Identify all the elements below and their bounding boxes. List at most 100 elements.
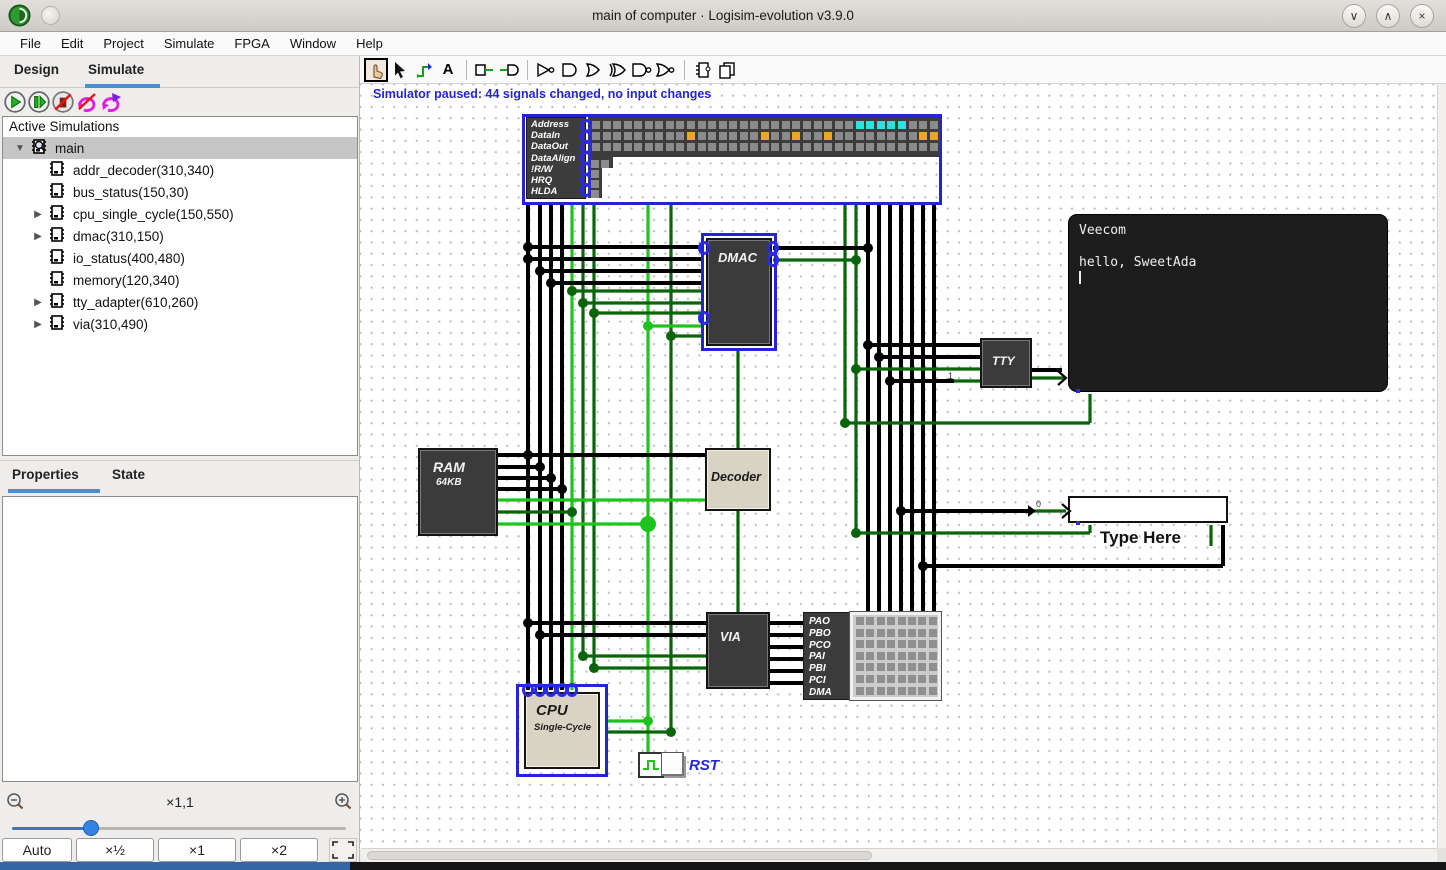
not-gate-tool[interactable] — [534, 58, 558, 82]
wire-tool[interactable] — [412, 58, 436, 82]
horizontal-scrollbar[interactable] — [362, 848, 1437, 862]
tab-state[interactable]: State — [112, 467, 145, 482]
zoom-slider-knob[interactable] — [83, 820, 99, 836]
via-component[interactable] — [706, 612, 770, 689]
subcircuits-tool[interactable] — [715, 58, 739, 82]
disclosure-right-icon[interactable]: ▶ — [29, 297, 47, 308]
io-row-label-dma: DMA — [809, 687, 832, 698]
circuit-canvas[interactable]: Simulator paused: 44 signals changed, no… — [360, 84, 1437, 848]
tick-full-button[interactable] — [99, 90, 123, 114]
selection-corners-icon[interactable] — [329, 838, 357, 862]
toolbar-separator — [684, 60, 685, 80]
tree-item-label: tty_adapter(610,260) — [73, 295, 198, 310]
io-led — [908, 687, 916, 695]
horizontal-scrollbar-thumb[interactable] — [367, 851, 872, 860]
bus-led — [792, 143, 800, 151]
menu-project[interactable]: Project — [93, 33, 153, 54]
zoom-slider-fill — [12, 827, 90, 830]
tree-item-bus_status[interactable]: bus_status(150,30) — [3, 181, 357, 203]
bus-led — [909, 121, 917, 129]
input-pin-tool[interactable] — [473, 58, 497, 82]
chip-icon — [47, 204, 67, 224]
minimize-button[interactable]: ∨ — [1342, 4, 1366, 28]
io-led — [856, 629, 864, 637]
text-tool[interactable]: A — [436, 58, 460, 82]
tree-item-label: bus_status(150,30) — [73, 185, 189, 200]
zoom-button-one[interactable]: ×1 — [158, 838, 236, 862]
zoom-in-icon[interactable] — [334, 792, 352, 810]
tree-item-memory[interactable]: memory(120,340) — [3, 269, 357, 291]
bus-led — [761, 121, 769, 129]
disclosure-right-icon[interactable]: ▶ — [29, 319, 47, 330]
zoom-button-two[interactable]: ×2 — [240, 838, 318, 862]
tab-simulate[interactable]: Simulate — [88, 62, 144, 77]
tree-item-addr_decoder[interactable]: addr_decoder(310,340) — [3, 159, 357, 181]
close-button[interactable]: × — [1410, 4, 1434, 28]
active-simulations-header: Active Simulations — [3, 117, 357, 137]
zoom-button-auto[interactable]: Auto — [2, 838, 72, 862]
tty-terminal[interactable]: Veecom hello, SweetAda — [1068, 214, 1388, 392]
io-led — [877, 663, 885, 671]
bus-led — [666, 143, 674, 151]
bus-led — [814, 132, 822, 140]
sim-step-button[interactable] — [27, 90, 51, 114]
tab-properties[interactable]: Properties — [12, 467, 79, 482]
bus-led — [835, 121, 843, 129]
tree-item-dmac[interactable]: ▶ dmac(310,150) — [3, 225, 357, 247]
bus-led — [613, 143, 621, 151]
edit-tool[interactable] — [388, 58, 412, 82]
tab-design[interactable]: Design — [14, 62, 59, 77]
bus-led — [898, 121, 906, 129]
nand-gate-tool[interactable] — [630, 58, 654, 82]
menu-fpga[interactable]: FPGA — [224, 33, 279, 54]
and-gate-tool[interactable] — [582, 58, 606, 82]
or-gate-tool[interactable] — [606, 58, 630, 82]
keyboard-component[interactable] — [1068, 496, 1228, 523]
bus-led — [613, 121, 621, 129]
bus-led-single — [591, 160, 599, 168]
vertical-scrollbar[interactable] — [1437, 84, 1446, 848]
bus-led — [740, 121, 748, 129]
io-led — [918, 629, 926, 637]
bus-led — [824, 143, 832, 151]
bus-led — [782, 121, 790, 129]
bus-led — [655, 121, 663, 129]
io-led — [856, 663, 864, 671]
tree-item-via[interactable]: ▶ via(310,490) — [3, 313, 357, 335]
bus-led — [771, 132, 779, 140]
bus-led — [771, 143, 779, 151]
simulation-toolbar — [3, 90, 123, 114]
nor-gate-tool[interactable] — [654, 58, 678, 82]
bus-led-single — [591, 170, 599, 178]
disclosure-right-icon[interactable]: ▶ — [29, 231, 47, 242]
output-pin-tool[interactable] — [497, 58, 521, 82]
tree-item-tty_adapter[interactable]: ▶ tty_adapter(610,260) — [3, 291, 357, 313]
disclosure-right-icon[interactable]: ▶ — [29, 209, 47, 220]
poke-tool[interactable] — [364, 58, 388, 82]
tree-item-cpu_single_cycle[interactable]: ▶ cpu_single_cycle(150,550) — [3, 203, 357, 225]
disclosure-down-icon[interactable]: ▼ — [11, 143, 29, 154]
rst-button[interactable] — [661, 752, 684, 776]
buffer-gate-tool[interactable] — [558, 58, 582, 82]
menu-simulate[interactable]: Simulate — [154, 33, 225, 54]
tick-half-button[interactable] — [75, 90, 99, 114]
bus-led — [676, 143, 684, 151]
bus-led — [792, 132, 800, 140]
bus-led — [792, 121, 800, 129]
bus-led — [645, 121, 653, 129]
tree-item-label: via(310,490) — [73, 317, 148, 332]
sim-stop-button[interactable] — [51, 90, 75, 114]
menu-help[interactable]: Help — [346, 33, 393, 54]
zoom-button-half[interactable]: ×½ — [76, 838, 154, 862]
sim-enable-button[interactable] — [3, 90, 27, 114]
menu-window[interactable]: Window — [280, 33, 346, 54]
keyboard-pin-dot — [1076, 521, 1080, 525]
menu-file[interactable]: File — [10, 33, 51, 54]
io-led — [929, 675, 937, 683]
maximize-button[interactable]: ∧ — [1376, 4, 1400, 28]
menu-edit[interactable]: Edit — [51, 33, 93, 54]
bus-led — [634, 121, 642, 129]
tree-item-main[interactable]: ▼ main — [3, 137, 357, 159]
tree-item-io_status[interactable]: io_status(400,480) — [3, 247, 357, 269]
add-circuit-tool[interactable] — [691, 58, 715, 82]
